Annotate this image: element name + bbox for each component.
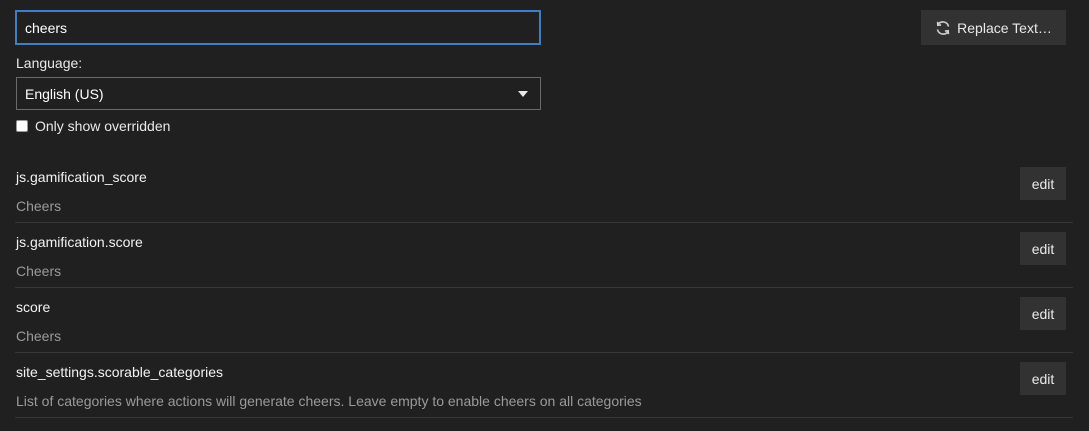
translation-list: js.gamification_score Cheers edit js.gam… — [15, 158, 1073, 418]
language-selected-value: English (US) — [25, 85, 104, 102]
search-input[interactable] — [15, 10, 541, 45]
refresh-icon — [936, 20, 950, 35]
translation-value: Cheers — [16, 263, 62, 279]
translation-key: js.gamification_score — [16, 169, 147, 185]
edit-button[interactable]: edit — [1020, 232, 1066, 265]
edit-button[interactable]: edit — [1020, 297, 1066, 330]
only-show-overridden-toggle[interactable]: Only show overridden — [16, 118, 170, 134]
only-show-overridden-checkbox[interactable] — [16, 120, 28, 132]
translation-value: Cheers — [16, 198, 62, 214]
list-item: site_settings.scorable_categories List o… — [15, 353, 1073, 418]
list-item: js.gamification_score Cheers edit — [15, 158, 1073, 223]
replace-text-button[interactable]: Replace Text… — [921, 10, 1066, 45]
edit-button[interactable]: edit — [1020, 167, 1066, 200]
translation-key: site_settings.scorable_categories — [16, 364, 224, 380]
language-select[interactable]: English (US) — [16, 77, 541, 110]
translation-value: Cheers — [16, 328, 62, 344]
language-label: Language: — [16, 55, 83, 71]
list-item: js.gamification.score Cheers edit — [15, 223, 1073, 288]
replace-text-label: Replace Text… — [957, 19, 1052, 36]
only-show-overridden-label: Only show overridden — [35, 118, 171, 134]
translation-value: List of categories where actions will ge… — [16, 393, 642, 409]
caret-down-icon — [518, 91, 528, 97]
translation-key: js.gamification.score — [16, 234, 143, 250]
edit-button[interactable]: edit — [1020, 362, 1066, 395]
translation-key: score — [16, 299, 51, 315]
list-item: score Cheers edit — [15, 288, 1073, 353]
